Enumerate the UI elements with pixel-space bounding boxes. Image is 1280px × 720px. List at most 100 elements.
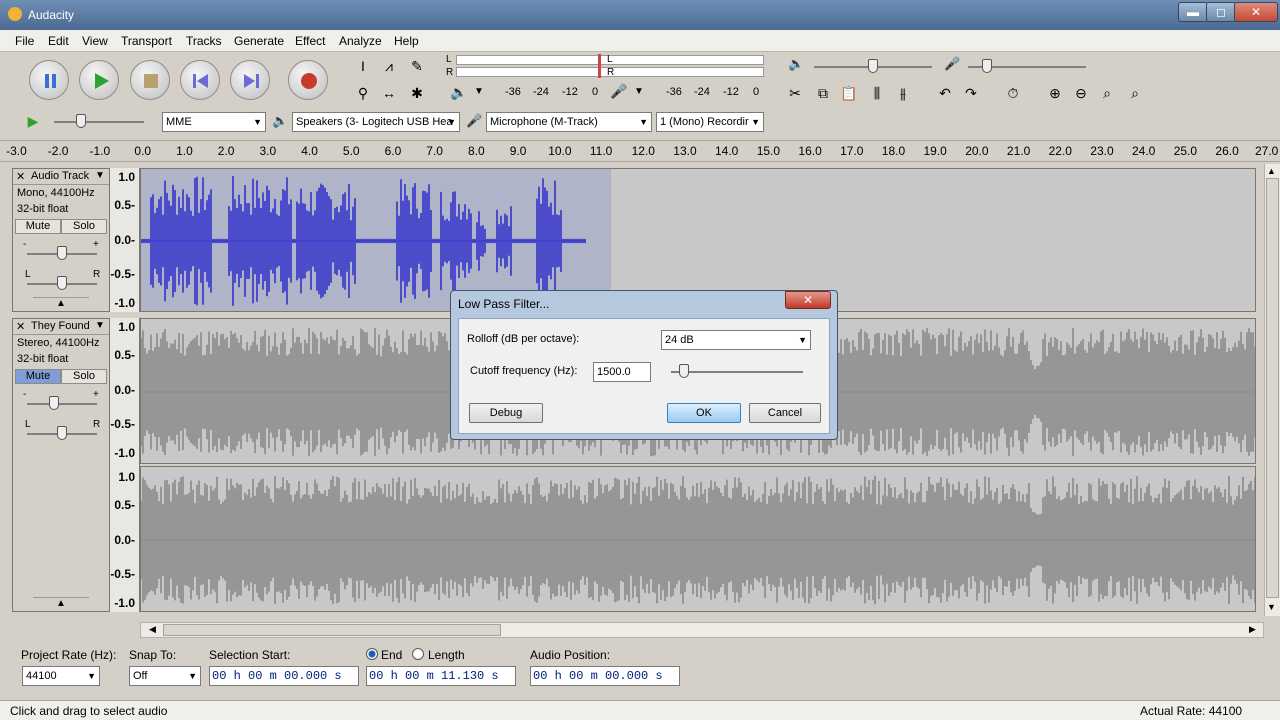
record-meter-menu-icon[interactable]: ▼: [634, 86, 644, 97]
playback-meter-menu-icon[interactable]: ▼: [474, 86, 484, 97]
close-window-button[interactable]: ✕: [1234, 2, 1278, 22]
input-device-select[interactable]: Microphone (M-Track) ▼: [486, 112, 652, 132]
timeline-ruler[interactable]: -3.0 -2.0 -1.0 0.0 1.0 2.0 3.0 4.0 5.0 6.0 7.0 8.0 9…: [0, 140, 1280, 162]
timeshift-tool-icon[interactable]: ↔: [378, 82, 400, 104]
snap-to-select[interactable]: Off ▼: [129, 666, 201, 686]
skip-start-button[interactable]: [180, 60, 220, 100]
end-radio-label[interactable]: End: [381, 648, 402, 662]
pan-knob[interactable]: [57, 276, 67, 290]
output-device-select[interactable]: Speakers (3- Logitech USB Hea ▼: [292, 112, 460, 132]
record-button[interactable]: [288, 60, 328, 100]
skip-end-button[interactable]: [230, 60, 270, 100]
track-control-panel[interactable]: ✕ They Found ▼ Stereo, 44100Hz 32-bit fl…: [12, 318, 110, 612]
end-radio[interactable]: [366, 648, 378, 660]
dialog-close-button[interactable]: ✕: [785, 291, 831, 309]
menu-transport[interactable]: Transport: [121, 34, 172, 48]
draw-tool-icon[interactable]: ✎: [406, 55, 428, 77]
project-rate-select[interactable]: 44100 ▼: [22, 666, 100, 686]
audio-host-select[interactable]: MME ▼: [162, 112, 266, 132]
scroll-right-icon[interactable]: ▶: [1249, 624, 1256, 635]
track-name[interactable]: Audio Track: [31, 170, 89, 182]
gain-slider[interactable]: [27, 403, 97, 405]
menu-file[interactable]: File: [15, 34, 34, 48]
sync-lock-icon[interactable]: ⏱: [1002, 82, 1024, 104]
pan-knob[interactable]: [57, 426, 67, 440]
close-track-icon[interactable]: ✕: [16, 170, 25, 183]
debug-button[interactable]: Debug: [469, 403, 543, 423]
silence-icon[interactable]: ⫵: [892, 82, 914, 104]
zoom-tool-icon[interactable]: ⚲: [352, 82, 374, 104]
cut-icon[interactable]: ✂: [784, 82, 806, 104]
audio-position-field[interactable]: 00 h 00 m 00.000 s: [530, 666, 680, 686]
track-name-bar[interactable]: ✕ They Found ▼: [13, 319, 109, 335]
length-radio[interactable]: [412, 648, 424, 660]
zoom-out-icon[interactable]: ⊖: [1070, 82, 1092, 104]
rec-meter-L-label: L: [607, 54, 613, 65]
gain-knob[interactable]: [49, 396, 59, 410]
record-icon: [301, 73, 317, 89]
play-speed-slider[interactable]: [54, 121, 144, 123]
menu-effect[interactable]: Effect: [295, 34, 325, 48]
solo-button[interactable]: Solo: [61, 219, 107, 234]
play-button[interactable]: [79, 60, 119, 100]
minimize-button[interactable]: ▬: [1178, 2, 1208, 22]
envelope-tool-icon[interactable]: ⩘: [378, 55, 400, 77]
play-speed-knob[interactable]: [76, 114, 86, 128]
copy-icon[interactable]: ⧉: [812, 82, 834, 104]
input-channels-select[interactable]: 1 (Mono) Recordir ▼: [656, 112, 764, 132]
fit-project-icon[interactable]: ⌕: [1124, 82, 1146, 104]
multi-tool-icon[interactable]: ✱: [406, 82, 428, 104]
scroll-up-icon[interactable]: ▲: [1267, 166, 1276, 176]
trim-icon[interactable]: ⫼: [866, 82, 888, 104]
maximize-button[interactable]: ◻: [1206, 2, 1236, 22]
paste-icon[interactable]: 📋: [838, 82, 860, 104]
selection-tool-icon[interactable]: I: [352, 55, 374, 77]
redo-icon[interactable]: ↷: [960, 82, 982, 104]
menu-generate[interactable]: Generate: [234, 34, 284, 48]
menu-tracks[interactable]: Tracks: [186, 34, 222, 48]
cancel-button[interactable]: Cancel: [749, 403, 821, 423]
track-vertical-scale[interactable]: 1.0 0.5- 0.0- -0.5- -1.0: [110, 168, 140, 312]
menu-view[interactable]: View: [82, 34, 108, 48]
track-menu-chevron-icon[interactable]: ▼: [95, 320, 105, 331]
gain-knob[interactable]: [57, 246, 67, 260]
track-name-bar[interactable]: ✕ Audio Track ▼: [13, 169, 109, 185]
vertical-scrollbar[interactable]: ▲ ▼: [1264, 164, 1280, 616]
cutoff-slider-knob[interactable]: [679, 364, 689, 378]
solo-button[interactable]: Solo: [61, 369, 107, 384]
track-name[interactable]: They Found: [31, 320, 90, 332]
selection-end-field[interactable]: 00 h 00 m 11.130 s: [366, 666, 516, 686]
vertical-scroll-thumb[interactable]: [1266, 178, 1279, 598]
close-track-icon[interactable]: ✕: [16, 320, 25, 333]
menu-analyze[interactable]: Analyze: [339, 34, 382, 48]
track-menu-chevron-icon[interactable]: ▼: [95, 170, 105, 181]
collapse-track-icon[interactable]: ▲: [33, 297, 89, 309]
selection-start-field[interactable]: 00 h 00 m 00.000 s: [209, 666, 359, 686]
scroll-down-icon[interactable]: ▼: [1267, 602, 1276, 612]
track-control-panel[interactable]: ✕ Audio Track ▼ Mono, 44100Hz 32-bit flo…: [12, 168, 110, 312]
fit-selection-icon[interactable]: ⌕: [1096, 82, 1118, 104]
stop-button[interactable]: [130, 60, 170, 100]
mute-button[interactable]: Mute: [15, 369, 61, 384]
zoom-in-icon[interactable]: ⊕: [1044, 82, 1066, 104]
length-radio-label[interactable]: Length: [428, 648, 465, 662]
scroll-left-icon[interactable]: ◀: [149, 624, 156, 635]
menu-edit[interactable]: Edit: [48, 34, 69, 48]
microphone-device-icon: 🎤: [466, 113, 483, 128]
collapse-track-icon[interactable]: ▲: [33, 597, 89, 609]
waveform-stereo-right[interactable]: [140, 466, 1256, 612]
mute-button[interactable]: Mute: [15, 219, 61, 234]
play-at-speed-icon[interactable]: ▶: [22, 110, 44, 132]
cutoff-slider[interactable]: [671, 371, 803, 373]
cutoff-input[interactable]: 1500.0: [593, 362, 651, 382]
ok-button[interactable]: OK: [667, 403, 741, 423]
undo-icon[interactable]: ↶: [934, 82, 956, 104]
pause-button[interactable]: [29, 60, 69, 100]
output-volume-knob[interactable]: [868, 59, 878, 73]
horizontal-scrollbar[interactable]: ◀ ▶: [140, 622, 1264, 638]
track-vertical-scale[interactable]: 1.0 0.5- 0.0- -0.5- -1.0 1.0 0.5- 0.0- -…: [110, 318, 140, 612]
rolloff-select[interactable]: 24 dB ▼: [661, 330, 811, 350]
input-volume-knob[interactable]: [982, 59, 992, 73]
horizontal-scroll-thumb[interactable]: [163, 624, 501, 636]
menu-help[interactable]: Help: [394, 34, 419, 48]
